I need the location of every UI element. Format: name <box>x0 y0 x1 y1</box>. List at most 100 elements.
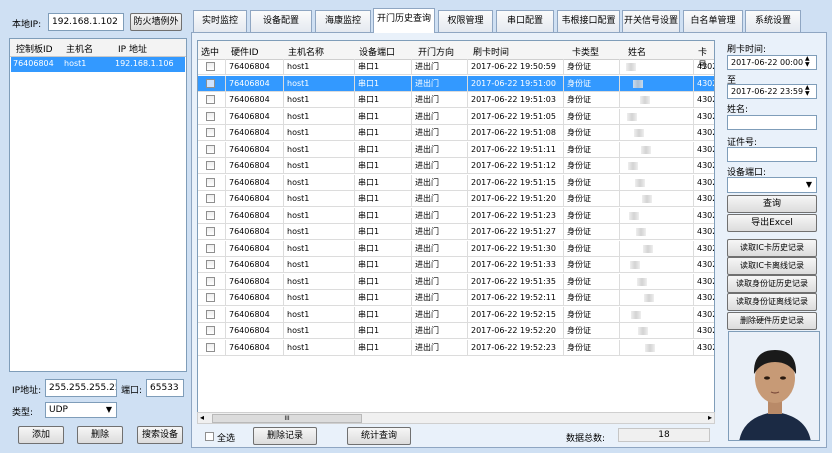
firewall-exception-button[interactable]: 防火墙例外 <box>130 13 182 31</box>
row-checkbox[interactable] <box>206 227 215 236</box>
delete-hw-history-button[interactable]: 删除硬件历史记录 <box>727 312 817 330</box>
tab-hikvision[interactable]: 海康监控 <box>315 10 371 32</box>
table-row[interactable]: 76406804 host1 串口1 进出门 2017-06-22 19:51:35 身份… <box>198 273 714 290</box>
row-checkbox[interactable] <box>206 293 215 302</box>
row-checkbox[interactable] <box>206 276 215 286</box>
row-checkbox[interactable] <box>206 161 215 170</box>
row-checkbox[interactable] <box>206 260 215 269</box>
row-select-cell <box>198 141 226 158</box>
row-checkbox[interactable] <box>206 194 215 203</box>
row-hw-id: 76406804 <box>226 158 284 174</box>
row-hw-id: 76406804 <box>226 191 284 207</box>
row-card-type: 身份证 <box>564 158 620 174</box>
tab-realtime[interactable]: 实时监控 <box>193 10 247 32</box>
tab-device-config[interactable]: 设备配置 <box>250 10 312 32</box>
row-card-no: 43022 <box>694 125 714 141</box>
add-button[interactable]: 添加 <box>18 426 64 444</box>
read-id-history-button[interactable]: 读取身份证历史记录 <box>727 275 817 293</box>
table-row[interactable]: 76406804 host1 串口1 进出门 2017-06-22 19:52:23 身份… <box>198 339 714 356</box>
id-number-field[interactable] <box>727 147 817 162</box>
row-checkbox[interactable] <box>206 177 215 187</box>
query-button[interactable]: 查询 <box>727 195 817 213</box>
row-checkbox[interactable] <box>206 144 215 154</box>
table-row[interactable]: 76406804 host1 串口1 进出门 2017-06-22 19:51:23 身份… <box>198 207 714 224</box>
table-row[interactable]: 76406804 host1 串口1 进出门 2017-06-22 19:51:15 身份… <box>198 174 714 191</box>
swipe-time-label: 刷卡时间: <box>727 45 767 55</box>
table-row[interactable]: 76406804 host1 串口1 进出门 2017-06-22 19:51:33 身份… <box>198 257 714 273</box>
ip-address-field[interactable]: 255.255.255.255 <box>45 379 117 397</box>
redacted-name <box>629 211 639 220</box>
table-row[interactable]: 76406804 host1 串口1 进出门 2017-06-22 19:51:08 身份… <box>198 125 714 141</box>
tab-system-settings[interactable]: 系统设置 <box>745 10 801 32</box>
table-row[interactable]: 76406804 host1 串口1 进出门 2017-06-22 19:51:05 身份… <box>198 108 714 125</box>
row-checkbox[interactable] <box>206 78 215 88</box>
board-ip: 192.168.1.106 <box>115 59 174 68</box>
table-row[interactable]: 76406804 host1 串口1 进出门 2017-06-22 19:51:03 身份… <box>198 92 714 108</box>
table-row[interactable]: 76406804 host1 串口1 进出门 2017-06-22 19:51:30 身份… <box>198 240 714 257</box>
row-swipe-time: 2017-06-22 19:51:30 <box>468 240 564 257</box>
stats-query-button[interactable]: 统计查询 <box>347 427 411 445</box>
read-id-offline-button[interactable]: 读取身份证离线记录 <box>727 293 817 311</box>
row-checkbox[interactable] <box>206 309 215 319</box>
row-select-cell <box>198 59 226 75</box>
table-row[interactable]: 76406804 host1 串口1 进出门 2017-06-22 19:51:27 身份… <box>198 224 714 240</box>
history-grid[interactable]: 选中 硬件ID 主机名称 设备端口 开门方向 刷卡时间 卡类型 姓名 卡号 76… <box>197 40 715 424</box>
row-swipe-time: 2017-06-22 19:51:15 <box>468 174 564 191</box>
row-checkbox[interactable] <box>206 111 215 121</box>
table-row[interactable]: 76406804 host1 串口1 进出门 2017-06-22 19:51:11 身份… <box>198 141 714 158</box>
name-field[interactable] <box>727 115 817 130</box>
scroll-thumb[interactable]: III <box>212 414 362 423</box>
row-checkbox[interactable] <box>206 128 215 137</box>
delete-records-button[interactable]: 删除记录 <box>253 427 317 445</box>
tab-serial-config[interactable]: 串口配置 <box>496 10 554 32</box>
table-row[interactable]: 76406804 host1 串口1 进出门 2017-06-22 19:51:20 身份… <box>198 191 714 207</box>
type-select[interactable]: UDP ▼ <box>45 402 117 418</box>
search-device-button[interactable]: 搜索设备 <box>137 426 183 444</box>
redacted-name <box>643 244 653 253</box>
spinner-icon[interactable]: ▲ ▼ <box>805 85 810 97</box>
horizontal-scrollbar[interactable]: ◂ III ▸ <box>197 412 715 424</box>
row-card-type: 身份证 <box>564 108 620 125</box>
portrait-image <box>729 332 819 440</box>
row-checkbox[interactable] <box>206 342 215 352</box>
row-checkbox[interactable] <box>206 95 215 104</box>
table-row[interactable]: 76406804 host1 串口1 进出门 2017-06-22 19:52:15 身份… <box>198 306 714 323</box>
read-ic-history-button[interactable]: 读取IC卡历史记录 <box>727 239 817 257</box>
spinner-icon[interactable]: ▲ ▼ <box>805 56 810 68</box>
scroll-left-icon[interactable]: ◂ <box>200 413 204 422</box>
board-row[interactable]: 76406804 host1 192.168.1.106 <box>11 57 185 72</box>
table-row[interactable]: 76406804 host1 串口1 进出门 2017-06-22 19:52:20 身份… <box>198 323 714 339</box>
scroll-right-icon[interactable]: ▸ <box>708 413 712 422</box>
row-select-cell <box>198 273 226 290</box>
row-card-type: 身份证 <box>564 323 620 339</box>
row-hw-id: 76406804 <box>226 257 284 273</box>
tab-wiegand-config[interactable]: 韦根接口配置 <box>557 10 620 32</box>
table-row[interactable]: 76406804 host1 串口1 进出门 2017-06-22 19:51:12 身份… <box>198 158 714 174</box>
read-ic-offline-button[interactable]: 读取IC卡离线记录 <box>727 257 817 275</box>
board-list[interactable]: 控制板ID 主机名 IP 地址 76406804 host1 192.168.1… <box>9 38 187 372</box>
tab-whitelist[interactable]: 白名单管理 <box>683 10 743 32</box>
row-checkbox[interactable] <box>206 210 215 220</box>
select-all-checkbox[interactable] <box>205 432 214 441</box>
tab-door-history[interactable]: 开门历史查询 <box>373 8 435 33</box>
row-card-no: 43022 <box>694 191 714 207</box>
row-checkbox[interactable] <box>206 326 215 335</box>
local-ip-field[interactable]: 192.168.1.102 <box>48 13 124 31</box>
table-row[interactable]: 76406804 host1 串口1 进出门 2017-06-22 19:51:00 身份… <box>198 75 714 92</box>
table-row[interactable]: 76406804 host1 串口1 进出门 2017-06-22 19:50:59 身份… <box>198 59 714 75</box>
time-from-field[interactable]: 2017-06-22 00:00 <box>727 55 817 70</box>
time-to-field[interactable]: 2017-06-22 23:59 <box>727 84 817 99</box>
row-checkbox[interactable] <box>206 243 215 253</box>
device-port-select[interactable]: ▼ <box>727 177 817 193</box>
tab-switch-signal[interactable]: 开关信号设置 <box>622 10 680 32</box>
delete-button[interactable]: 删除 <box>77 426 123 444</box>
table-row[interactable]: 76406804 host1 串口1 进出门 2017-06-22 19:52:11 身份… <box>198 290 714 306</box>
row-card-no: 43022 <box>694 76 714 92</box>
export-excel-button[interactable]: 导出Excel <box>727 214 817 232</box>
row-card-no: 43022 <box>694 59 714 75</box>
row-name <box>620 92 694 108</box>
port-field[interactable]: 65533 <box>146 379 184 397</box>
row-hw-id: 76406804 <box>226 339 284 356</box>
row-checkbox[interactable] <box>206 62 215 71</box>
tab-permissions[interactable]: 权限管理 <box>438 10 493 32</box>
